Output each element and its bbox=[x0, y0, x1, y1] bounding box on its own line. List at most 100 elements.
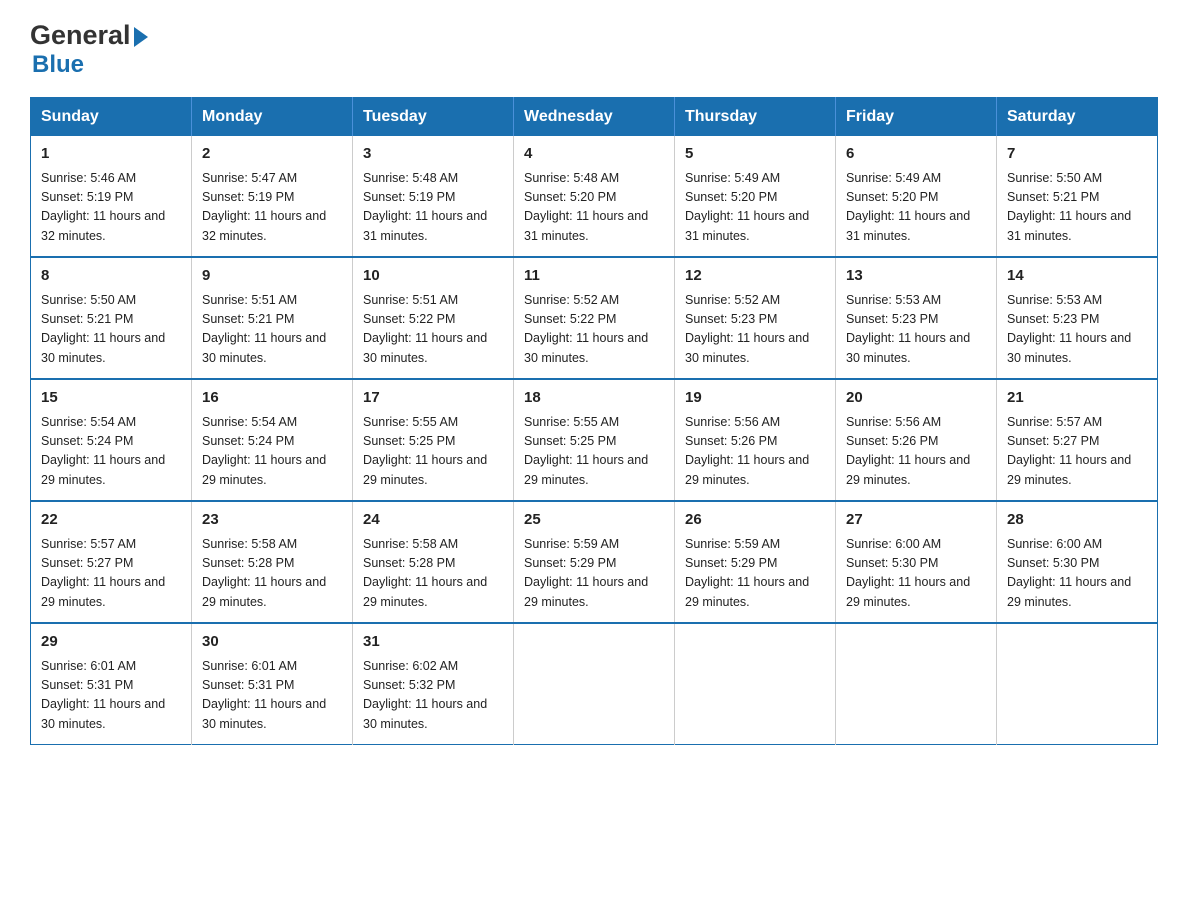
calendar-cell: 2Sunrise: 5:47 AMSunset: 5:19 PMDaylight… bbox=[192, 136, 353, 257]
calendar-cell: 13 Sunrise: 5:53 AMSunset: 5:23 PMDayligh… bbox=[836, 257, 997, 379]
calendar-cell: 24 Sunrise: 5:58 AMSunset: 5:28 PMDayligh… bbox=[353, 501, 514, 623]
day-info: Sunrise: 5:51 AMSunset: 5:21 PMDaylight:… bbox=[202, 291, 342, 369]
day-number: 1 bbox=[41, 143, 181, 166]
calendar-cell: 15 Sunrise: 5:54 AMSunset: 5:24 PMDayligh… bbox=[31, 379, 192, 501]
calendar-cell bbox=[997, 623, 1158, 745]
day-info: Sunrise: 6:01 AMSunset: 5:31 PMDaylight:… bbox=[41, 657, 181, 735]
calendar-cell: 21 Sunrise: 5:57 AMSunset: 5:27 PMDayligh… bbox=[997, 379, 1158, 501]
day-info: Sunrise: 5:53 AMSunset: 5:23 PMDaylight:… bbox=[846, 291, 986, 369]
calendar-cell: 9 Sunrise: 5:51 AMSunset: 5:21 PMDaylight… bbox=[192, 257, 353, 379]
day-number: 23 bbox=[202, 509, 342, 532]
day-number: 6 bbox=[846, 143, 986, 166]
day-info: Sunrise: 5:58 AMSunset: 5:28 PMDaylight:… bbox=[202, 535, 342, 613]
day-number: 10 bbox=[363, 265, 503, 288]
day-info: Sunrise: 6:00 AMSunset: 5:30 PMDaylight:… bbox=[846, 535, 986, 613]
day-header-wednesday: Wednesday bbox=[514, 98, 675, 137]
calendar-cell: 25Sunrise: 5:59 AMSunset: 5:29 PMDayligh… bbox=[514, 501, 675, 623]
day-number: 28 bbox=[1007, 509, 1147, 532]
calendar-cell: 20Sunrise: 5:56 AMSunset: 5:26 PMDayligh… bbox=[836, 379, 997, 501]
calendar-cell bbox=[675, 623, 836, 745]
day-info: Sunrise: 5:50 AMSunset: 5:21 PMDaylight:… bbox=[1007, 169, 1147, 247]
day-header-thursday: Thursday bbox=[675, 98, 836, 137]
day-info: Sunrise: 5:49 AMSunset: 5:20 PMDaylight:… bbox=[846, 169, 986, 247]
day-info: Sunrise: 5:55 AMSunset: 5:25 PMDaylight:… bbox=[363, 413, 503, 491]
day-number: 16 bbox=[202, 387, 342, 410]
calendar-cell: 10Sunrise: 5:51 AMSunset: 5:22 PMDayligh… bbox=[353, 257, 514, 379]
day-info: Sunrise: 5:47 AMSunset: 5:19 PMDaylight:… bbox=[202, 169, 342, 247]
day-info: Sunrise: 6:02 AMSunset: 5:32 PMDaylight:… bbox=[363, 657, 503, 735]
calendar-cell: 29 Sunrise: 6:01 AMSunset: 5:31 PMDayligh… bbox=[31, 623, 192, 745]
day-header-monday: Monday bbox=[192, 98, 353, 137]
calendar-cell bbox=[514, 623, 675, 745]
calendar-cell: 23 Sunrise: 5:58 AMSunset: 5:28 PMDayligh… bbox=[192, 501, 353, 623]
day-number: 14 bbox=[1007, 265, 1147, 288]
day-info: Sunrise: 5:54 AMSunset: 5:24 PMDaylight:… bbox=[41, 413, 181, 491]
calendar-week-row: 15 Sunrise: 5:54 AMSunset: 5:24 PMDayligh… bbox=[31, 379, 1158, 501]
calendar-cell: 17 Sunrise: 5:55 AMSunset: 5:25 PMDayligh… bbox=[353, 379, 514, 501]
day-info: Sunrise: 5:52 AMSunset: 5:22 PMDaylight:… bbox=[524, 291, 664, 369]
day-header-sunday: Sunday bbox=[31, 98, 192, 137]
day-number: 13 bbox=[846, 265, 986, 288]
calendar-week-row: 8Sunrise: 5:50 AMSunset: 5:21 PMDaylight… bbox=[31, 257, 1158, 379]
day-number: 19 bbox=[685, 387, 825, 410]
day-info: Sunrise: 5:48 AMSunset: 5:20 PMDaylight:… bbox=[524, 169, 664, 247]
day-info: Sunrise: 5:54 AMSunset: 5:24 PMDaylight:… bbox=[202, 413, 342, 491]
calendar-cell: 5Sunrise: 5:49 AMSunset: 5:20 PMDaylight… bbox=[675, 136, 836, 257]
calendar-cell: 31Sunrise: 6:02 AMSunset: 5:32 PMDayligh… bbox=[353, 623, 514, 745]
calendar-cell: 30 Sunrise: 6:01 AMSunset: 5:31 PMDayligh… bbox=[192, 623, 353, 745]
day-number: 7 bbox=[1007, 143, 1147, 166]
calendar-cell: 8Sunrise: 5:50 AMSunset: 5:21 PMDaylight… bbox=[31, 257, 192, 379]
day-number: 9 bbox=[202, 265, 342, 288]
day-number: 3 bbox=[363, 143, 503, 166]
logo-blue-text: Blue bbox=[32, 51, 84, 78]
day-number: 22 bbox=[41, 509, 181, 532]
calendar-cell: 28 Sunrise: 6:00 AMSunset: 5:30 PMDayligh… bbox=[997, 501, 1158, 623]
calendar-cell: 3 Sunrise: 5:48 AMSunset: 5:19 PMDaylight… bbox=[353, 136, 514, 257]
day-number: 24 bbox=[363, 509, 503, 532]
calendar-table: SundayMondayTuesdayWednesdayThursdayFrid… bbox=[30, 97, 1158, 745]
day-info: Sunrise: 5:56 AMSunset: 5:26 PMDaylight:… bbox=[685, 413, 825, 491]
calendar-header-row: SundayMondayTuesdayWednesdayThursdayFrid… bbox=[31, 98, 1158, 137]
day-info: Sunrise: 6:01 AMSunset: 5:31 PMDaylight:… bbox=[202, 657, 342, 735]
day-info: Sunrise: 5:57 AMSunset: 5:27 PMDaylight:… bbox=[41, 535, 181, 613]
day-info: Sunrise: 5:49 AMSunset: 5:20 PMDaylight:… bbox=[685, 169, 825, 247]
logo-general-text: General bbox=[30, 20, 131, 51]
calendar-cell: 22 Sunrise: 5:57 AMSunset: 5:27 PMDayligh… bbox=[31, 501, 192, 623]
day-number: 12 bbox=[685, 265, 825, 288]
logo: General Blue bbox=[30, 20, 151, 79]
calendar-cell: 11 Sunrise: 5:52 AMSunset: 5:22 PMDayligh… bbox=[514, 257, 675, 379]
day-number: 8 bbox=[41, 265, 181, 288]
day-number: 30 bbox=[202, 631, 342, 654]
calendar-cell: 18 Sunrise: 5:55 AMSunset: 5:25 PMDayligh… bbox=[514, 379, 675, 501]
logo-arrow-icon bbox=[134, 27, 148, 47]
day-number: 29 bbox=[41, 631, 181, 654]
day-number: 21 bbox=[1007, 387, 1147, 410]
calendar-week-row: 29 Sunrise: 6:01 AMSunset: 5:31 PMDayligh… bbox=[31, 623, 1158, 745]
calendar-cell: 14 Sunrise: 5:53 AMSunset: 5:23 PMDayligh… bbox=[997, 257, 1158, 379]
calendar-week-row: 1Sunrise: 5:46 AMSunset: 5:19 PMDaylight… bbox=[31, 136, 1158, 257]
calendar-cell: 26 Sunrise: 5:59 AMSunset: 5:29 PMDayligh… bbox=[675, 501, 836, 623]
day-number: 26 bbox=[685, 509, 825, 532]
calendar-week-row: 22 Sunrise: 5:57 AMSunset: 5:27 PMDayligh… bbox=[31, 501, 1158, 623]
day-info: Sunrise: 5:52 AMSunset: 5:23 PMDaylight:… bbox=[685, 291, 825, 369]
day-number: 18 bbox=[524, 387, 664, 410]
page-header: General Blue bbox=[30, 20, 1158, 79]
day-info: Sunrise: 5:48 AMSunset: 5:19 PMDaylight:… bbox=[363, 169, 503, 247]
calendar-cell bbox=[836, 623, 997, 745]
calendar-cell: 4Sunrise: 5:48 AMSunset: 5:20 PMDaylight… bbox=[514, 136, 675, 257]
day-info: Sunrise: 6:00 AMSunset: 5:30 PMDaylight:… bbox=[1007, 535, 1147, 613]
day-number: 11 bbox=[524, 265, 664, 288]
day-number: 15 bbox=[41, 387, 181, 410]
calendar-cell: 12 Sunrise: 5:52 AMSunset: 5:23 PMDayligh… bbox=[675, 257, 836, 379]
day-info: Sunrise: 5:53 AMSunset: 5:23 PMDaylight:… bbox=[1007, 291, 1147, 369]
calendar-cell: 6 Sunrise: 5:49 AMSunset: 5:20 PMDaylight… bbox=[836, 136, 997, 257]
day-info: Sunrise: 5:58 AMSunset: 5:28 PMDaylight:… bbox=[363, 535, 503, 613]
calendar-cell: 16 Sunrise: 5:54 AMSunset: 5:24 PMDayligh… bbox=[192, 379, 353, 501]
day-info: Sunrise: 5:59 AMSunset: 5:29 PMDaylight:… bbox=[524, 535, 664, 613]
day-info: Sunrise: 5:56 AMSunset: 5:26 PMDaylight:… bbox=[846, 413, 986, 491]
calendar-cell: 1Sunrise: 5:46 AMSunset: 5:19 PMDaylight… bbox=[31, 136, 192, 257]
day-info: Sunrise: 5:55 AMSunset: 5:25 PMDaylight:… bbox=[524, 413, 664, 491]
day-info: Sunrise: 5:57 AMSunset: 5:27 PMDaylight:… bbox=[1007, 413, 1147, 491]
day-number: 17 bbox=[363, 387, 503, 410]
day-info: Sunrise: 5:59 AMSunset: 5:29 PMDaylight:… bbox=[685, 535, 825, 613]
